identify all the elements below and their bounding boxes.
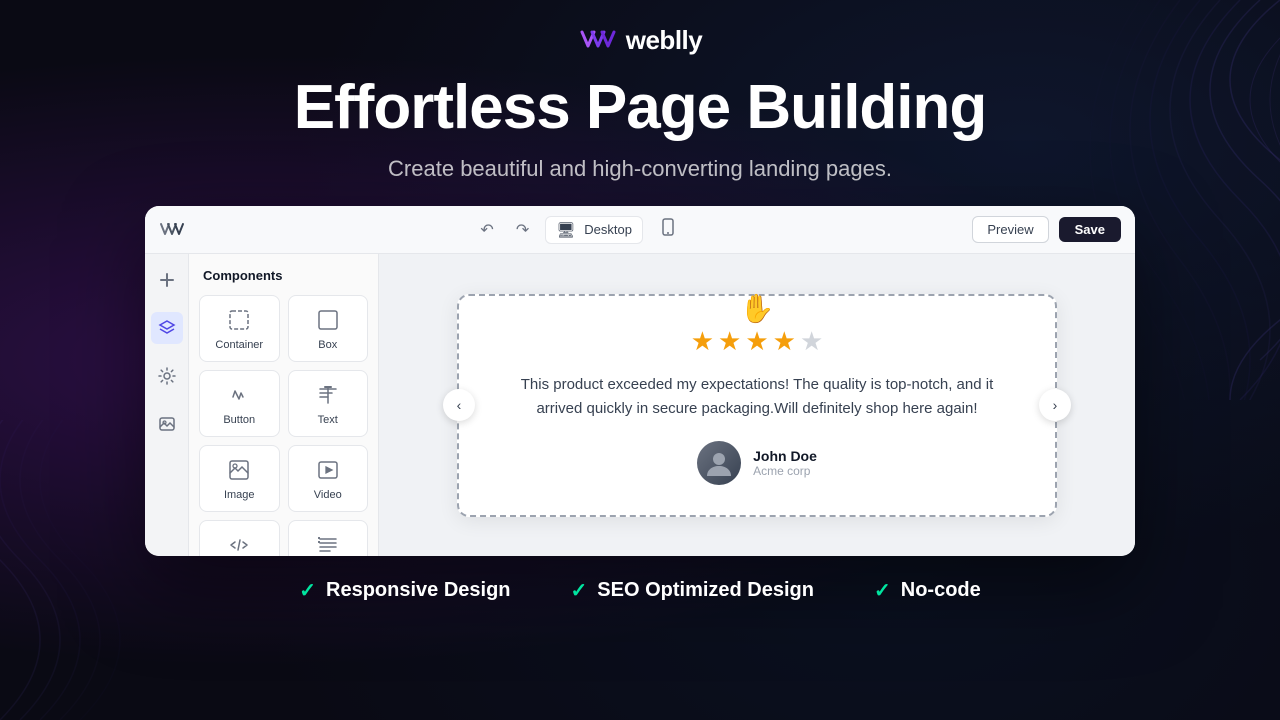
logo-text: weblly [626, 25, 702, 56]
html-icon [225, 531, 253, 556]
component-button[interactable]: Button [199, 370, 280, 437]
star-5: ★ [800, 326, 823, 357]
reviewer-name: John Doe [753, 448, 817, 464]
gear-icon [158, 367, 176, 385]
device-selector[interactable]: 🖥 Desktop [545, 216, 643, 244]
media-icon-button[interactable] [151, 408, 183, 440]
feature-seo: ✓ SEO Optimized Design [571, 578, 814, 603]
hero-subtitle: Create beautiful and high-converting lan… [388, 156, 892, 182]
add-icon-button[interactable] [151, 264, 183, 296]
stars-container: ★ ★ ★ ★ ★ [499, 326, 1015, 357]
component-video[interactable]: Video [288, 445, 369, 512]
toolbar-center: ↶ ↷ 🖥 Desktop [474, 214, 683, 245]
reviewer-area: John Doe Acme corp [499, 441, 1015, 485]
testimonial-text: This product exceeded my expectations! T… [499, 373, 1015, 421]
mobile-view-button[interactable] [653, 214, 683, 245]
page-content: weblly Effortless Page Building Create b… [0, 0, 1280, 720]
layers-icon-button[interactable] [151, 312, 183, 344]
sidebar-icons [145, 254, 189, 556]
component-container[interactable]: Container [199, 295, 280, 362]
text-icon [314, 381, 342, 409]
component-text[interactable]: Text [288, 370, 369, 437]
container-icon [225, 306, 253, 334]
component-list[interactable]: List [288, 520, 369, 556]
builder-body: Components Container [145, 254, 1135, 556]
toolbar-logo-icon [159, 219, 185, 241]
feature-responsive: ✓ Responsive Design [299, 578, 510, 603]
save-button[interactable]: Save [1059, 217, 1121, 242]
image-icon [158, 415, 176, 433]
container-label: Container [215, 339, 263, 351]
logo-icon [578, 24, 616, 56]
preview-button[interactable]: Preview [972, 216, 1048, 243]
panel-title: Components [199, 268, 368, 283]
reviewer-company: Acme corp [753, 464, 817, 478]
box-label: Box [318, 339, 337, 351]
component-html[interactable]: Html [199, 520, 280, 556]
box-icon [314, 306, 342, 334]
redo-button[interactable]: ↷ [510, 216, 535, 244]
plus-icon [158, 271, 176, 289]
feature-label-responsive: Responsive Design [326, 579, 511, 602]
cursor-icon: ✋ [740, 292, 775, 325]
logo-area: weblly [578, 24, 702, 56]
list-icon [314, 531, 342, 556]
toolbar-right: Preview Save [972, 216, 1121, 243]
components-grid: Container Box [199, 295, 368, 556]
layers-icon [158, 319, 176, 337]
desktop-icon: 🖥 [556, 221, 575, 239]
check-icon-nocode: ✓ [874, 578, 891, 603]
settings-icon-button[interactable] [151, 360, 183, 392]
feature-label-seo: SEO Optimized Design [597, 579, 814, 602]
carousel-prev-button[interactable]: ‹ [443, 389, 475, 421]
undo-button[interactable]: ↶ [474, 216, 499, 244]
button-label: Button [223, 414, 255, 426]
check-icon-responsive: ✓ [299, 578, 316, 603]
components-panel: Components Container [189, 254, 379, 556]
hero-title: Effortless Page Building [294, 74, 987, 142]
canvas-selection-container: ★ ★ ★ ★ ★ This product exceeded my expec… [457, 294, 1057, 517]
image-component-icon [225, 456, 253, 484]
toolbar-left [159, 219, 185, 241]
feature-nocode: ✓ No-code [874, 578, 981, 603]
reviewer-avatar [697, 441, 741, 485]
toolbar: ↶ ↷ 🖥 Desktop Preview Save [145, 206, 1135, 254]
component-box[interactable]: Box [288, 295, 369, 362]
mobile-icon [659, 218, 677, 236]
star-4: ★ [773, 326, 796, 357]
canvas-area: ✋ ★ ★ ★ ★ ★ This product exceeded my ex [379, 254, 1135, 556]
text-label: Text [318, 414, 338, 426]
carousel-next-button[interactable]: › [1039, 389, 1071, 421]
image-label: Image [224, 489, 255, 501]
feature-label-nocode: No-code [901, 579, 981, 602]
avatar-icon [704, 448, 734, 478]
features-bar: ✓ Responsive Design ✓ SEO Optimized Desi… [299, 578, 981, 603]
video-icon [314, 456, 342, 484]
check-icon-seo: ✓ [571, 578, 588, 603]
star-1: ★ [691, 326, 714, 357]
star-2: ★ [718, 326, 741, 357]
reviewer-info: John Doe Acme corp [753, 448, 817, 478]
testimonial-card: ★ ★ ★ ★ ★ This product exceeded my expec… [457, 294, 1057, 517]
component-image[interactable]: Image [199, 445, 280, 512]
device-label: Desktop [584, 222, 632, 237]
video-label: Video [314, 489, 342, 501]
button-icon [225, 381, 253, 409]
star-3: ★ [745, 326, 768, 357]
builder-window: ↶ ↷ 🖥 Desktop Preview Save [145, 206, 1135, 556]
